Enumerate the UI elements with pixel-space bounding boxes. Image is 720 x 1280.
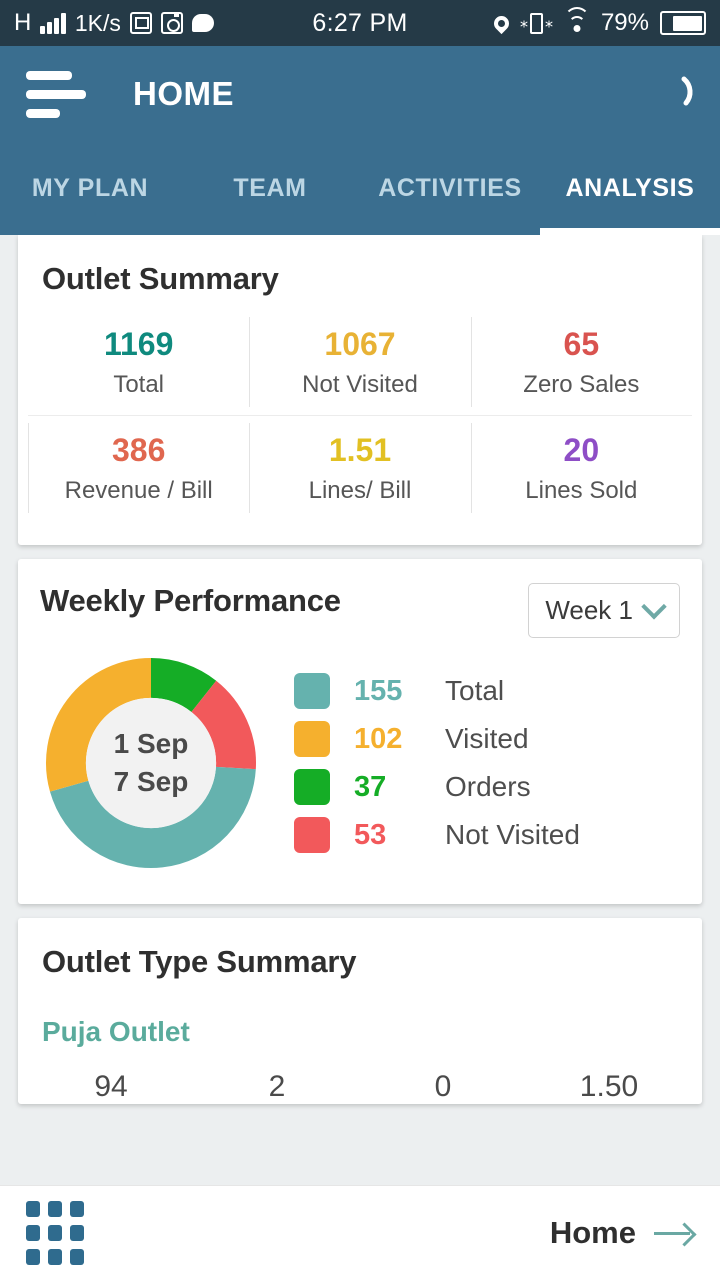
battery-percent-label: 79% bbox=[600, 9, 649, 36]
status-bar-left: H 1K/s bbox=[14, 10, 214, 37]
scroll-content[interactable]: Outlet Summary 1169 Total 1067 Not Visit… bbox=[0, 235, 720, 1185]
loading-spinner-icon bbox=[656, 73, 698, 115]
tab-my-plan[interactable]: MY PLAN bbox=[0, 142, 180, 235]
stat-value: 386 bbox=[111, 432, 166, 469]
legend-label: Not Visited bbox=[445, 819, 580, 851]
stat-value: 20 bbox=[563, 432, 600, 469]
outlet-type-summary-card: Outlet Type Summary Puja Outlet 94 2 0 1… bbox=[18, 918, 702, 1105]
tab-analysis[interactable]: ANALYSIS bbox=[540, 142, 720, 235]
weekly-performance-header: Weekly Performance Week 1 bbox=[18, 559, 702, 639]
outlet-type-summary-title: Outlet Type Summary bbox=[42, 944, 357, 980]
stat-value: 65 bbox=[563, 326, 600, 362]
weekly-performance-title: Weekly Performance bbox=[40, 583, 341, 619]
status-bar: H 1K/s 6:27 PM ⁎ ⁎ 79% bbox=[0, 0, 720, 46]
stat-revenue-per-bill: 386 Revenue / Bill bbox=[28, 415, 250, 521]
stat-lines-per-bill: 1.51 Lines/ Bill bbox=[249, 415, 471, 521]
legend-item-not-visited: 53 Not Visited bbox=[294, 811, 680, 859]
table-row: 94 2 0 1.50 bbox=[18, 1048, 702, 1104]
vibrate-icon: ⁎ ⁎ bbox=[520, 12, 553, 34]
bottom-bar: Home bbox=[0, 1185, 720, 1280]
stat-label: Zero Sales bbox=[523, 371, 640, 399]
stat-value: 1169 bbox=[103, 326, 174, 362]
legend-swatch bbox=[294, 673, 330, 710]
outlet-summary-stats: 1169 Total 1067 Not Visited 65 Zero Sale… bbox=[18, 303, 702, 545]
arrow-right-icon bbox=[654, 1222, 694, 1244]
tab-activities[interactable]: ACTIVITIES bbox=[360, 142, 540, 235]
stat-lines-sold: 20 Lines Sold bbox=[470, 415, 693, 521]
week-selector-value: Week 1 bbox=[545, 595, 633, 626]
stat-zero-sales: 65 Zero Sales bbox=[470, 309, 692, 415]
signal-bars-icon bbox=[40, 12, 66, 34]
outlet-summary-title: Outlet Summary bbox=[42, 261, 279, 296]
legend-value: 155 bbox=[354, 674, 403, 707]
mail-icon bbox=[129, 12, 152, 34]
stat-label: Lines Sold bbox=[525, 477, 638, 505]
hamburger-menu-icon[interactable] bbox=[26, 70, 88, 118]
stat-value: 1067 bbox=[324, 326, 396, 362]
network-type-label: H bbox=[14, 9, 32, 36]
table-cell: 2 bbox=[268, 1070, 286, 1104]
battery-icon bbox=[660, 11, 706, 35]
legend-item-orders: 37 Orders bbox=[294, 763, 680, 811]
tab-team[interactable]: TEAM bbox=[180, 142, 360, 235]
legend-label: Visited bbox=[445, 723, 529, 755]
chart-legend: 155 Total 102 Visited 37 Orders 53 Not V… bbox=[262, 667, 680, 859]
stat-label: Total bbox=[113, 371, 165, 399]
location-pin-icon bbox=[490, 12, 513, 34]
app-bar: HOME bbox=[0, 46, 720, 142]
outlet-summary-card: Outlet Summary 1169 Total 1067 Not Visit… bbox=[18, 235, 702, 546]
stat-label: Not Visited bbox=[302, 371, 418, 399]
donut-hole bbox=[85, 698, 217, 829]
legend-item-visited: 102 Visited bbox=[294, 715, 680, 763]
donut-segment-orders bbox=[150, 658, 217, 713]
table-cell: 94 bbox=[94, 1070, 128, 1104]
page-title: HOME bbox=[133, 75, 234, 112]
status-bar-right: ⁎ ⁎ 79% bbox=[490, 6, 706, 37]
legend-value: 37 bbox=[354, 770, 387, 803]
tab-bar: MY PLAN TEAM ACTIVITIES ANALYSIS bbox=[0, 142, 720, 235]
apps-grid-icon[interactable] bbox=[26, 1201, 84, 1265]
weekly-performance-card: Weekly Performance Week 1 1 Sep 7 Sep 15… bbox=[18, 559, 702, 905]
wifi-icon bbox=[563, 6, 590, 33]
legend-item-total: 155 Total bbox=[294, 667, 680, 715]
legend-value: 102 bbox=[354, 722, 403, 755]
legend-swatch bbox=[294, 721, 330, 758]
chat-bubble-icon bbox=[191, 14, 214, 32]
stat-label: Lines/ Bill bbox=[308, 477, 412, 505]
table-cell: 1.50 bbox=[579, 1070, 639, 1104]
camera-icon bbox=[160, 12, 183, 34]
legend-swatch bbox=[294, 769, 330, 806]
outlet-type-group-name: Puja Outlet bbox=[42, 1016, 190, 1048]
chevron-down-icon bbox=[641, 593, 667, 620]
net-speed-label: 1K/s bbox=[74, 9, 121, 36]
home-button-label: Home bbox=[549, 1215, 636, 1250]
legend-label: Orders bbox=[445, 771, 531, 803]
donut-chart: 1 Sep 7 Sep bbox=[40, 652, 262, 874]
app-root: H 1K/s 6:27 PM ⁎⁎ 79% HOME MY PLAN TEAM bbox=[0, 0, 720, 1280]
legend-label: Total bbox=[445, 675, 505, 707]
stat-not-visited: 1067 Not Visited bbox=[249, 309, 470, 415]
legend-swatch bbox=[294, 817, 330, 854]
home-button[interactable]: Home bbox=[550, 1215, 694, 1251]
legend-value: 53 bbox=[354, 818, 387, 851]
table-cell: 0 bbox=[434, 1070, 452, 1104]
stat-value: 1.51 bbox=[328, 432, 392, 469]
weekly-performance-body: 1 Sep 7 Sep 155 Total 102 Visited 37 Ord… bbox=[18, 638, 702, 904]
week-selector[interactable]: Week 1 bbox=[528, 583, 680, 639]
stat-total: 1169 Total bbox=[28, 309, 249, 415]
stat-label: Revenue / Bill bbox=[64, 477, 213, 505]
